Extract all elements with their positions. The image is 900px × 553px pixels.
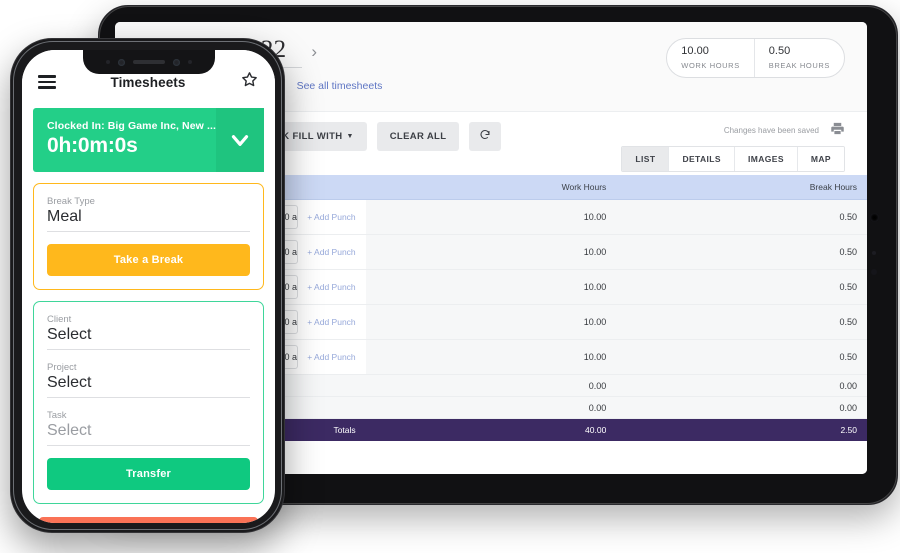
row-break-hours: 0.50: [616, 304, 867, 340]
break-type-value: Meal: [47, 208, 250, 232]
view-tabs: LIST DETAILS IMAGES MAP: [621, 146, 845, 172]
break-hours-summary: 0.50 BREAK HOURS: [753, 39, 844, 77]
next-date-icon[interactable]: ›: [311, 42, 317, 62]
add-punch-link[interactable]: + Add Punch: [307, 352, 355, 362]
add-punch-link[interactable]: + Add Punch: [307, 212, 355, 222]
phone-device: Timesheets Clocked In: Big Game Inc, New…: [10, 38, 285, 533]
break-hours-value: 0.50: [768, 45, 791, 57]
clocked-in-status: Clocked In: Big Game Inc, New ...: [47, 120, 217, 132]
row-work-hours: 0.00: [365, 374, 617, 397]
notch-dot-icon: [187, 60, 192, 64]
clocked-in-text: Clocked In: Big Game Inc, New ... 0h:0m:…: [47, 120, 216, 158]
expand-clocked-in-button[interactable]: [216, 108, 264, 172]
hours-summary: 10.00 WORK HOURS 0.50 BREAK HOURS: [666, 38, 845, 78]
notch-camera-icon: [117, 58, 125, 66]
chevron-down-icon: [231, 135, 249, 146]
client-label: Client: [47, 314, 72, 325]
tab-map[interactable]: MAP: [796, 147, 844, 171]
tab-details[interactable]: DETAILS: [668, 147, 734, 171]
totals-break-hours: 2.50: [616, 418, 867, 441]
tab-list[interactable]: LIST: [622, 147, 669, 171]
row-work-hours: 10.00: [365, 234, 617, 270]
phone-notch: [82, 50, 215, 74]
tablet-sensor-secondary-icon: [871, 269, 877, 275]
row-work-hours: 10.00: [365, 199, 617, 235]
col-work-hours: Work Hours: [365, 175, 617, 200]
row-work-hours: 10.00: [365, 339, 617, 375]
take-a-break-button[interactable]: Take a Break: [47, 244, 250, 276]
work-hours-label: WORK HOURS: [681, 60, 740, 70]
save-status-text: Changes have been saved: [723, 126, 819, 135]
row-break-hours: 0.50: [616, 269, 867, 305]
notch-camera-secondary-icon: [172, 58, 180, 66]
task-field[interactable]: Task Select: [47, 410, 250, 446]
page-title: Timesheets: [110, 74, 186, 90]
project-field[interactable]: Project Select: [47, 362, 250, 398]
clocked-in-banner: Clocked In: Big Game Inc, New ... 0h:0m:…: [33, 108, 264, 172]
row-break-hours: 0.00: [616, 374, 867, 397]
work-hours-value: 10.00: [681, 45, 709, 57]
row-break-hours: 0.00: [616, 396, 867, 419]
star-button[interactable]: [240, 70, 259, 94]
break-card: Break Type Meal Take a Break: [33, 183, 264, 290]
project-label: Project: [47, 362, 77, 373]
row-break-hours: 0.50: [616, 339, 867, 375]
hamburger-bar-2: [38, 80, 56, 84]
break-hours-label: BREAK HOURS: [768, 60, 830, 70]
elapsed-timer: 0h:0m:0s: [47, 134, 138, 157]
phone-app-body: Clocked In: Big Game Inc, New ... 0h:0m:…: [22, 100, 275, 523]
add-punch-link[interactable]: + Add Punch: [307, 317, 355, 327]
break-type-field[interactable]: Break Type Meal: [47, 196, 250, 232]
chevron-down-icon: ▼: [346, 133, 354, 140]
add-punch-link[interactable]: + Add Punch: [307, 247, 355, 257]
totals-work-hours: 40.00: [365, 418, 617, 441]
hamburger-icon[interactable]: [38, 75, 56, 89]
clock-out-button[interactable]: Clock Out: [39, 517, 258, 523]
task-value: Select: [47, 422, 250, 446]
project-value: Select: [47, 374, 250, 398]
clear-all-button[interactable]: CLEAR ALL: [376, 122, 460, 151]
notch-sensor-icon: [105, 60, 110, 64]
clear-all-label: CLEAR ALL: [389, 131, 447, 142]
refresh-button[interactable]: [469, 122, 502, 151]
add-punch-link[interactable]: + Add Punch: [307, 282, 355, 292]
client-field[interactable]: Client Select: [47, 314, 250, 350]
hamburger-bar-3: [38, 86, 56, 89]
col-break-hours: Break Hours: [616, 175, 867, 200]
transfer-card: Client Select Project Select Task Select…: [33, 301, 264, 504]
tab-images[interactable]: IMAGES: [733, 147, 797, 171]
row-break-hours: 0.50: [616, 234, 867, 270]
break-type-label: Break Type: [47, 196, 95, 207]
refresh-icon: [480, 130, 490, 139]
screenshot-stage: Jul 31, 2022 › 2 See all approvers See a…: [0, 0, 900, 553]
print-icon: [831, 122, 844, 135]
row-work-hours: 10.00: [365, 304, 617, 340]
client-value: Select: [47, 326, 250, 350]
star-icon: [242, 72, 257, 87]
transfer-button[interactable]: Transfer: [47, 458, 250, 490]
row-work-hours: 10.00: [365, 269, 617, 305]
phone-screen: Timesheets Clocked In: Big Game Inc, New…: [22, 50, 275, 523]
print-button[interactable]: [830, 121, 845, 136]
see-all-timesheets-link[interactable]: See all timesheets: [297, 80, 383, 92]
row-work-hours: 0.00: [365, 396, 617, 419]
work-hours-summary: 10.00 WORK HOURS: [667, 39, 754, 77]
tablet-sensor-icon: [872, 251, 876, 255]
tablet-camera-icon: [870, 213, 879, 222]
row-break-hours: 0.50: [616, 199, 867, 235]
task-label: Task: [47, 410, 67, 421]
notch-speaker-icon: [132, 60, 165, 64]
hamburger-bar-1: [38, 75, 56, 78]
